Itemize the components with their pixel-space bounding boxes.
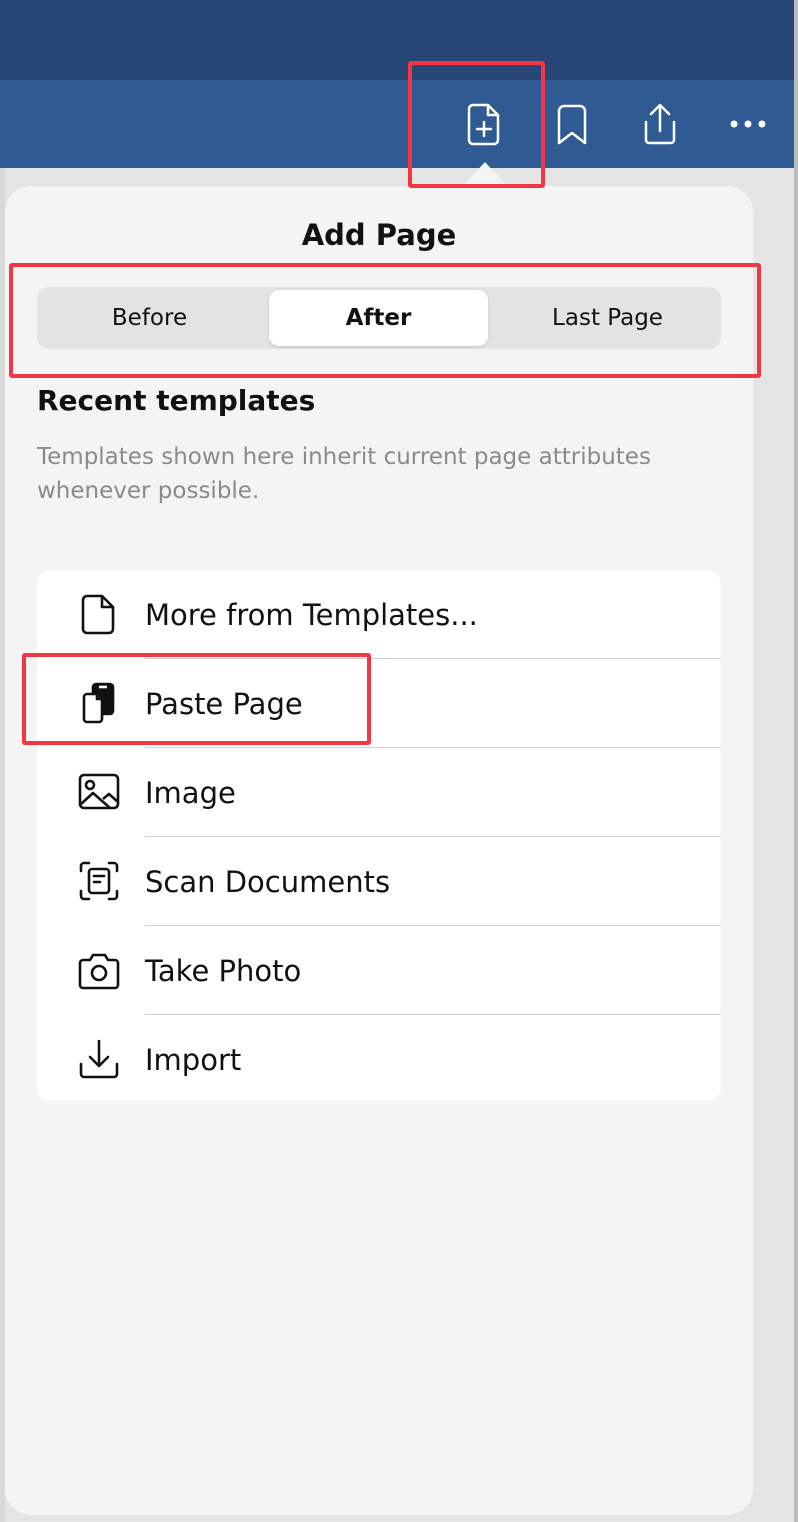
list-item-more-templates[interactable]: More from Templates... — [37, 570, 721, 659]
popover-title: Add Page — [301, 218, 457, 252]
list-item-image[interactable]: Image — [37, 748, 721, 837]
item-label: Take Photo — [145, 953, 302, 988]
popover-arrow — [461, 162, 509, 188]
import-icon — [79, 1039, 119, 1079]
segment-last-page[interactable]: Last Page — [498, 290, 717, 346]
add-page-button[interactable] — [462, 102, 506, 146]
window-edge — [794, 0, 798, 1522]
share-icon — [644, 103, 676, 145]
segment-before[interactable]: Before — [40, 290, 259, 346]
bookmark-icon — [557, 104, 587, 145]
section-description: Templates shown here inherit current pag… — [37, 444, 651, 504]
item-label: Scan Documents — [145, 864, 391, 899]
share-button[interactable] — [638, 102, 682, 146]
bookmark-button[interactable] — [550, 102, 594, 146]
toolbar — [0, 80, 798, 168]
item-label: Image — [145, 775, 236, 810]
section-title: Recent templates — [37, 384, 316, 417]
add-page-popover: Add Page Before After Last Page Recent t… — [5, 186, 753, 1515]
item-label: Import — [145, 1042, 242, 1077]
list-item-paste-page[interactable]: Paste Page — [37, 659, 721, 748]
list-item-scan-documents[interactable]: Scan Documents — [37, 837, 721, 926]
more-button[interactable] — [726, 102, 770, 146]
paste-page-icon — [82, 682, 115, 724]
image-icon — [78, 773, 120, 810]
add-page-icon — [467, 103, 500, 146]
camera-icon — [78, 953, 120, 990]
add-page-options-list: More from Templates... Paste Page Image … — [37, 570, 721, 1101]
segment-after[interactable]: After — [269, 290, 488, 346]
item-label: More from Templates... — [145, 597, 478, 632]
scan-icon — [79, 861, 119, 901]
more-icon — [730, 120, 766, 128]
list-item-import[interactable]: Import — [37, 1015, 721, 1101]
item-label: Paste Page — [145, 686, 303, 721]
document-icon — [81, 594, 115, 635]
position-segmented-control: Before After Last Page — [37, 287, 721, 349]
list-item-take-photo[interactable]: Take Photo — [37, 926, 721, 1015]
title-bar — [0, 0, 798, 80]
